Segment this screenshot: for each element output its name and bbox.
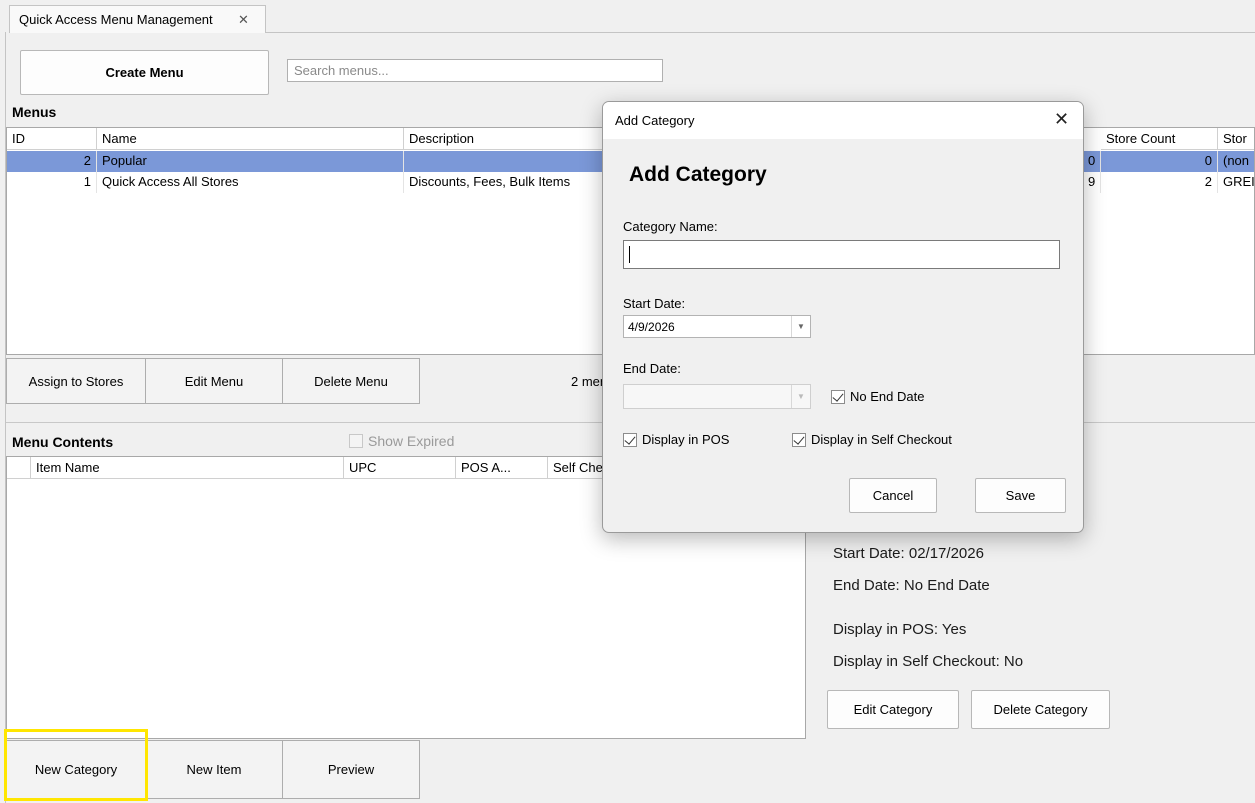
assign-to-stores-button[interactable]: Assign to Stores bbox=[6, 358, 146, 404]
col-header-pos-active[interactable]: POS A... bbox=[456, 457, 548, 479]
cell-hidden-col: 9 bbox=[1083, 172, 1101, 193]
search-menus-input[interactable]: Search menus... bbox=[287, 59, 663, 82]
show-expired-box bbox=[349, 434, 363, 448]
cell-store-count: 0 bbox=[1101, 151, 1218, 172]
menu-contents-title: Menu Contents bbox=[12, 434, 114, 450]
preview-button[interactable]: Preview bbox=[282, 740, 420, 799]
cell-stores: (non bbox=[1223, 153, 1250, 168]
detail-start-date: Start Date: 02/17/2026 bbox=[833, 545, 984, 562]
col-header-expander bbox=[7, 457, 31, 479]
start-date-picker[interactable]: 4/9/2026 ▼ bbox=[623, 315, 811, 338]
detail-display-self-checkout: Display in Self Checkout: No bbox=[833, 653, 1024, 670]
dialog-heading: Add Category bbox=[629, 163, 767, 186]
display-in-self-checkout-label: Display in Self Checkout bbox=[811, 432, 952, 447]
no-end-date-label: No End Date bbox=[850, 389, 925, 404]
new-category-highlight bbox=[4, 729, 148, 801]
col-header-stores[interactable]: Stor bbox=[1218, 128, 1254, 150]
category-name-input[interactable] bbox=[623, 240, 1060, 269]
text-caret bbox=[629, 246, 630, 263]
edit-menu-button[interactable]: Edit Menu bbox=[145, 358, 283, 404]
show-expired-checkbox[interactable]: Show Expired bbox=[349, 433, 454, 449]
category-name-label: Category Name: bbox=[623, 219, 718, 234]
checkbox-checked-icon bbox=[831, 389, 845, 404]
display-in-self-checkout-checkbox[interactable]: Display in Self Checkout bbox=[792, 432, 952, 447]
checkbox-checked-icon bbox=[623, 432, 637, 447]
save-button[interactable]: Save bbox=[975, 478, 1066, 513]
col-header-item-name[interactable]: Item Name bbox=[31, 457, 344, 479]
cell-stores: GREI bbox=[1223, 174, 1255, 189]
no-end-date-checkbox[interactable]: No End Date bbox=[831, 389, 924, 404]
cancel-button[interactable]: Cancel bbox=[849, 478, 937, 513]
cell-hidden-col: 0 bbox=[1083, 151, 1101, 172]
display-in-pos-label: Display in POS bbox=[642, 432, 730, 447]
checkbox-checked-icon bbox=[792, 432, 806, 447]
cell-id: 1 bbox=[7, 172, 97, 193]
col-header-description[interactable]: Description bbox=[404, 128, 604, 150]
tab-underline bbox=[266, 32, 1255, 33]
detail-end-date: End Date: No End Date bbox=[833, 577, 990, 594]
col-header-store-count[interactable]: Store Count bbox=[1101, 128, 1218, 150]
start-date-value: 4/9/2026 bbox=[628, 320, 675, 334]
detail-display-pos: Display in POS: Yes bbox=[833, 621, 967, 638]
dialog-window-title: Add Category bbox=[615, 113, 695, 128]
cell-store-count: 2 bbox=[1101, 172, 1218, 193]
chevron-down-icon[interactable]: ▼ bbox=[791, 316, 810, 337]
col-header-upc[interactable]: UPC bbox=[344, 457, 456, 479]
dialog-close-icon[interactable]: ✕ bbox=[1054, 109, 1069, 130]
end-date-label: End Date: bbox=[623, 361, 681, 376]
delete-menu-button[interactable]: Delete Menu bbox=[282, 358, 420, 404]
start-date-label: Start Date: bbox=[623, 296, 686, 311]
create-menu-button[interactable]: Create Menu bbox=[20, 50, 269, 95]
delete-category-button[interactable]: Delete Category bbox=[971, 690, 1110, 729]
chevron-down-icon[interactable]: ▼ bbox=[791, 385, 810, 408]
cell-description: Discounts, Fees, Bulk Items bbox=[404, 172, 604, 193]
menus-section-title: Menus bbox=[12, 104, 57, 120]
add-category-dialog: Add Category ✕ Add Category Category Nam… bbox=[602, 101, 1084, 533]
cell-id: 2 bbox=[7, 151, 97, 172]
display-in-pos-checkbox[interactable]: Display in POS bbox=[623, 432, 729, 447]
cell-name: Popular bbox=[97, 151, 404, 172]
cell-description bbox=[404, 151, 604, 172]
cell-name: Quick Access All Stores bbox=[97, 172, 404, 193]
col-header-name[interactable]: Name bbox=[97, 128, 404, 150]
edit-category-button[interactable]: Edit Category bbox=[827, 690, 959, 729]
end-date-picker[interactable]: ▼ bbox=[623, 384, 811, 409]
new-item-button[interactable]: New Item bbox=[145, 740, 283, 799]
tab-label: Quick Access Menu Management bbox=[19, 12, 213, 27]
show-expired-label: Show Expired bbox=[368, 433, 455, 449]
tab-close-icon[interactable]: ✕ bbox=[238, 12, 249, 28]
tab-quick-access-menu-management[interactable]: Quick Access Menu Management ✕ bbox=[9, 5, 266, 33]
col-header-id[interactable]: ID bbox=[7, 128, 97, 150]
